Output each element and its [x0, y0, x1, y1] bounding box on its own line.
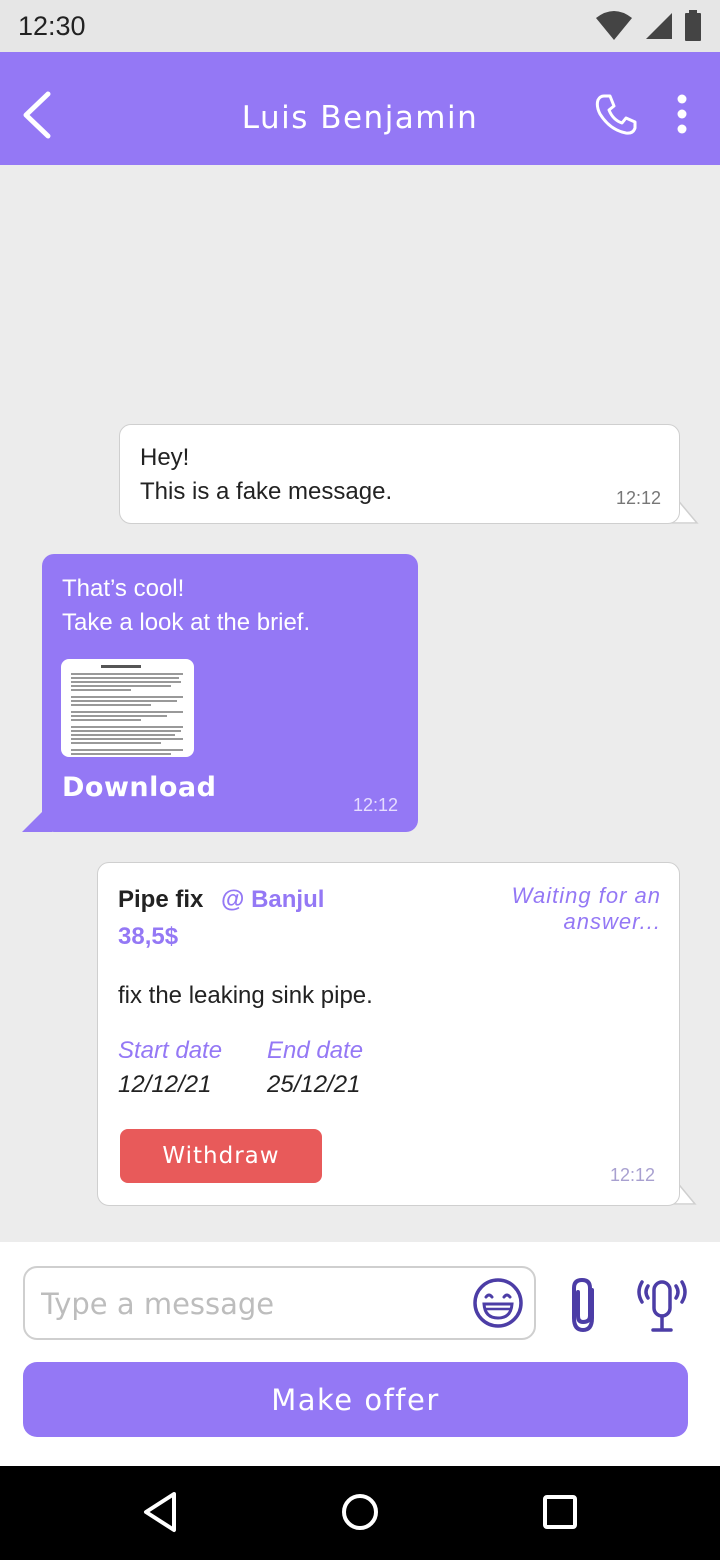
- offer-description: fix the leaking sink pipe.: [118, 982, 373, 1009]
- nav-back-icon[interactable]: [140, 1490, 180, 1534]
- status-time: 12:30: [18, 10, 86, 41]
- signal-icon: [646, 13, 672, 39]
- message-text: That’s cool! Take a look at the brief.: [62, 572, 310, 640]
- brief-thumbnail[interactable]: [61, 659, 194, 757]
- wifi-icon: [596, 11, 632, 40]
- status-bar: 12:30: [0, 0, 720, 52]
- message-time: 12:12: [352, 795, 398, 815]
- emoji-icon[interactable]: [471, 1276, 525, 1330]
- message-input[interactable]: [41, 1282, 461, 1326]
- message-line: Hey!: [140, 444, 190, 471]
- message-line: Take a look at the brief.: [62, 609, 311, 636]
- status-icons: [594, 10, 702, 42]
- offer-card[interactable]: Pipe fix @ Banjul 38,5$ Waiting for an a…: [97, 862, 680, 1206]
- start-date-value: 12/12/21: [118, 1071, 212, 1098]
- offer-price: 38,5$: [118, 923, 179, 950]
- message-time: 12:12: [615, 488, 661, 508]
- message-time: 12:12: [609, 1165, 655, 1185]
- start-date-label: Start date: [118, 1037, 223, 1064]
- battery-icon: [685, 10, 701, 41]
- nav-home-icon[interactable]: [340, 1492, 380, 1532]
- offer-status: Waiting for an answer...: [511, 883, 661, 934]
- message-bubble-sent[interactable]: Hey! This is a fake message. 12:12: [119, 424, 680, 524]
- withdraw-button[interactable]: Withdraw: [120, 1129, 322, 1183]
- message-line: This is a fake message.: [140, 478, 393, 505]
- chat-area[interactable]: Hey! This is a fake message. 12:12 That’…: [0, 165, 720, 1242]
- phone-icon[interactable]: [594, 92, 638, 136]
- offer-location[interactable]: @ Banjul: [221, 886, 324, 914]
- message-input-box[interactable]: [23, 1266, 536, 1340]
- system-nav-bar: [0, 1466, 720, 1560]
- download-link[interactable]: Download: [62, 772, 216, 803]
- attach-icon[interactable]: [564, 1276, 604, 1334]
- make-offer-button[interactable]: Make offer: [23, 1362, 688, 1437]
- end-date-value: 25/12/21: [267, 1071, 361, 1098]
- message-bubble-received[interactable]: That’s cool! Take a look at the brief. D…: [42, 554, 418, 832]
- message-line: That’s cool!: [62, 575, 185, 602]
- app-bar: Luis Benjamin: [0, 52, 720, 165]
- nav-recents-icon[interactable]: [542, 1494, 578, 1530]
- document-preview: [71, 665, 183, 755]
- more-vert-icon[interactable]: [672, 94, 692, 134]
- offer-title: Pipe fix: [118, 886, 204, 913]
- microphone-icon[interactable]: [634, 1274, 690, 1336]
- composer: Make offer: [0, 1242, 720, 1466]
- end-date-label: End date: [267, 1037, 364, 1064]
- message-text: Hey! This is a fake message.: [140, 441, 392, 509]
